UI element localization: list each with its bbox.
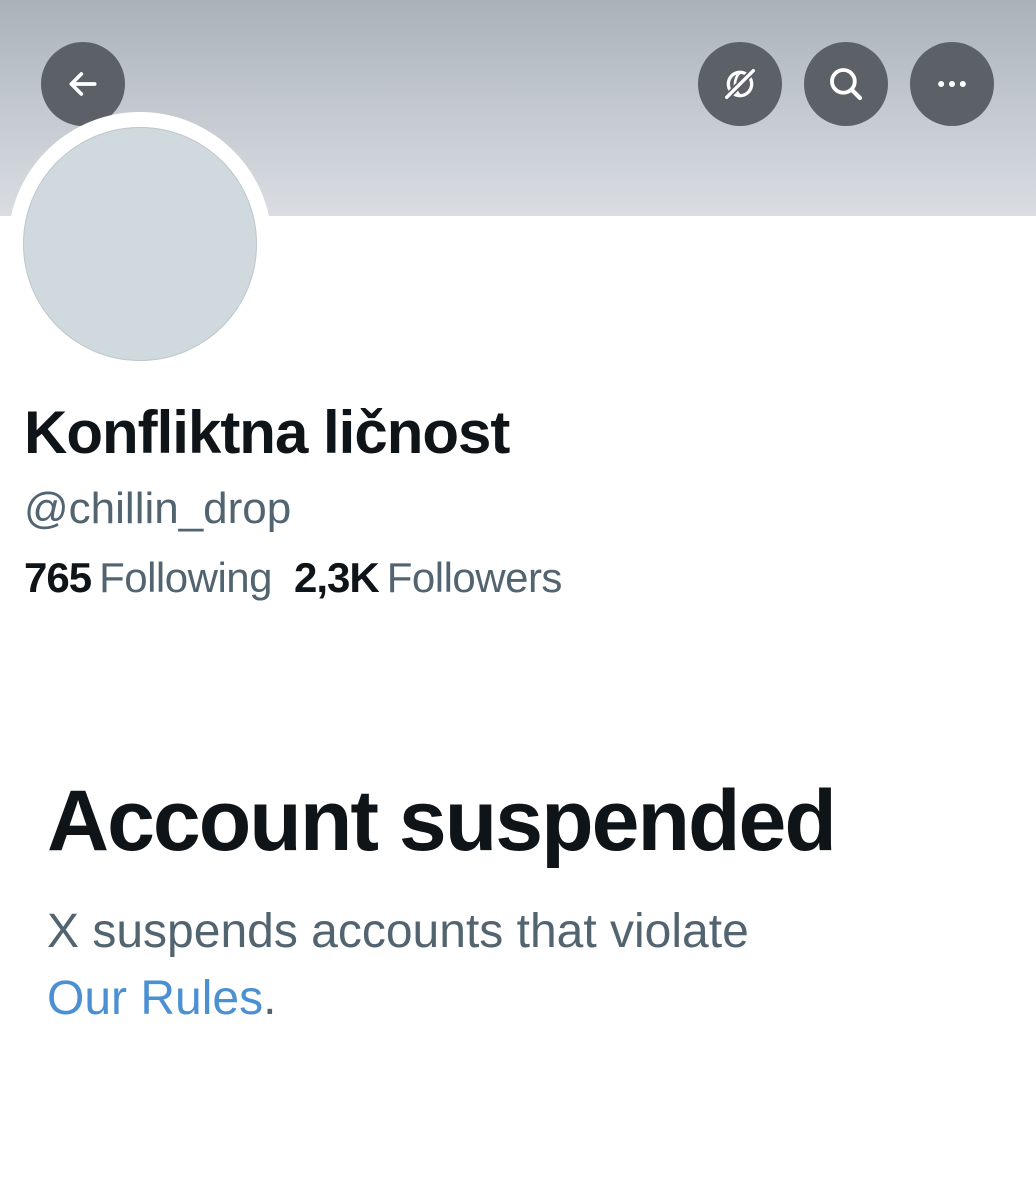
- following-stat[interactable]: 765 Following: [24, 554, 272, 602]
- arrow-left-icon: [69, 72, 97, 96]
- suspension-period: .: [263, 972, 277, 1025]
- translate-button[interactable]: [698, 42, 782, 126]
- profile-stats: 765 Following 2,3K Followers: [24, 554, 584, 602]
- following-count: 765: [24, 554, 92, 601]
- suspension-message: X suspends accounts that violate Our Rule…: [47, 898, 1007, 1032]
- translate-off-icon: [723, 67, 757, 101]
- search-icon: [830, 68, 863, 101]
- user-handle: @chillin_drop: [24, 484, 292, 533]
- followers-count: 2,3K: [294, 554, 380, 601]
- suspension-title: Account suspended: [47, 773, 837, 869]
- following-label: Following: [99, 554, 272, 601]
- followers-stat[interactable]: 2,3K Followers: [294, 554, 562, 602]
- our-rules-link[interactable]: Our Rules: [47, 972, 263, 1025]
- avatar[interactable]: [23, 127, 257, 361]
- search-button[interactable]: [804, 42, 888, 126]
- more-options-button[interactable]: [910, 42, 994, 126]
- back-button[interactable]: [41, 42, 125, 126]
- display-name: Konfliktna ličnost: [24, 399, 510, 466]
- more-horizontal-icon: [938, 81, 966, 87]
- suspension-message-text: X suspends accounts that violate: [47, 905, 749, 958]
- followers-label: Followers: [386, 554, 563, 601]
